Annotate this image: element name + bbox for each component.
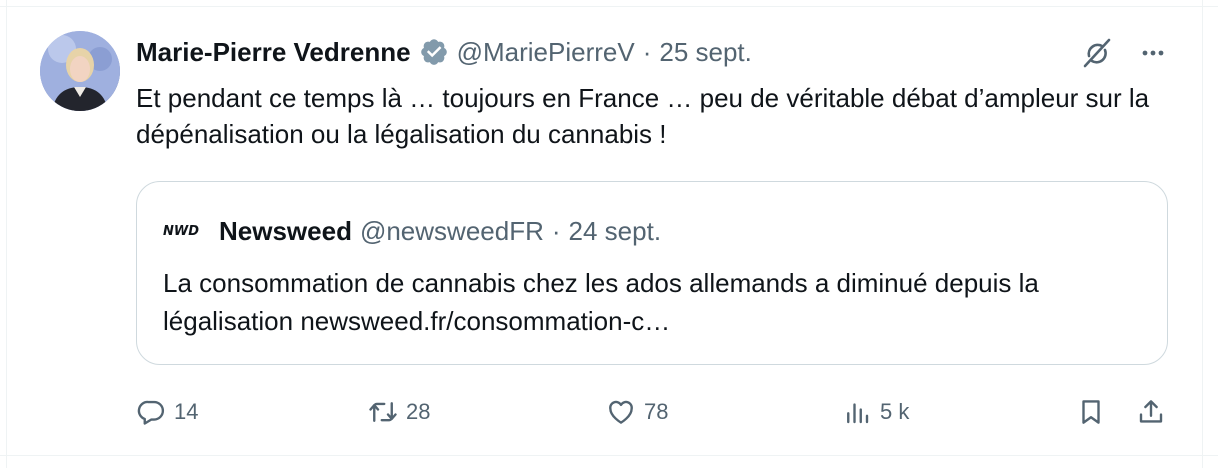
repost-count: 28	[406, 399, 431, 424]
quoted-author-name[interactable]: Newsweed	[219, 216, 352, 247]
tweet-header: Marie-Pierre Vedrenne @MariePierreV · 25…	[136, 34, 752, 70]
reply-button[interactable]: 14	[136, 392, 198, 432]
avatar-portrait-image	[40, 31, 120, 111]
quoted-tweet-card[interactable]: NWD Newsweed @newsweedFR · 24 sept. La c…	[136, 181, 1168, 365]
views-icon	[847, 403, 869, 424]
reply-icon	[137, 400, 165, 425]
frame-bottom-border	[0, 455, 1218, 456]
reply-count: 14	[174, 399, 199, 424]
like-count: 78	[644, 399, 669, 424]
quoted-separator-dot: ·	[551, 215, 561, 246]
tweet-text: Et pendant ce temps là … toujours en Fra…	[136, 83, 1150, 149]
share-button[interactable]	[1136, 392, 1166, 432]
views-button[interactable]: 5 k	[842, 392, 909, 432]
tweet-date[interactable]: 25 sept.	[659, 37, 752, 68]
bookmark-icon	[1082, 400, 1100, 424]
avatar[interactable]	[40, 31, 120, 111]
frame-right-border	[1202, 0, 1203, 468]
repost-button[interactable]: 28	[368, 392, 430, 432]
author-name[interactable]: Marie-Pierre Vedrenne	[136, 37, 411, 68]
tweet-actions-bar: 14 28 78 5 k	[136, 392, 1176, 432]
grok-icon[interactable]	[1080, 36, 1114, 70]
frame-top-border	[0, 0, 1218, 7]
separator-dot: ·	[642, 36, 652, 67]
quoted-tweet-date[interactable]: 24 sept.	[569, 216, 662, 247]
quoted-author-handle[interactable]: @newsweedFR	[360, 216, 544, 247]
quoted-tweet-text: La consommation de cannabis chez les ado…	[163, 268, 1039, 336]
views-count: 5 k	[880, 399, 910, 424]
share-icon	[1139, 400, 1163, 423]
bookmark-button[interactable]	[1076, 392, 1106, 432]
like-button[interactable]: 78	[606, 392, 668, 432]
repost-icon	[369, 402, 397, 422]
frame-left-border	[6, 0, 7, 468]
quoted-author-logo: NWD	[163, 223, 200, 239]
quoted-tweet-header: NWD Newsweed @newsweedFR · 24 sept.	[163, 214, 661, 248]
verified-badge-icon[interactable]	[419, 37, 449, 67]
heart-icon	[609, 400, 633, 424]
more-icon[interactable]	[1138, 38, 1168, 68]
author-handle[interactable]: @MariePierreV	[457, 37, 635, 68]
